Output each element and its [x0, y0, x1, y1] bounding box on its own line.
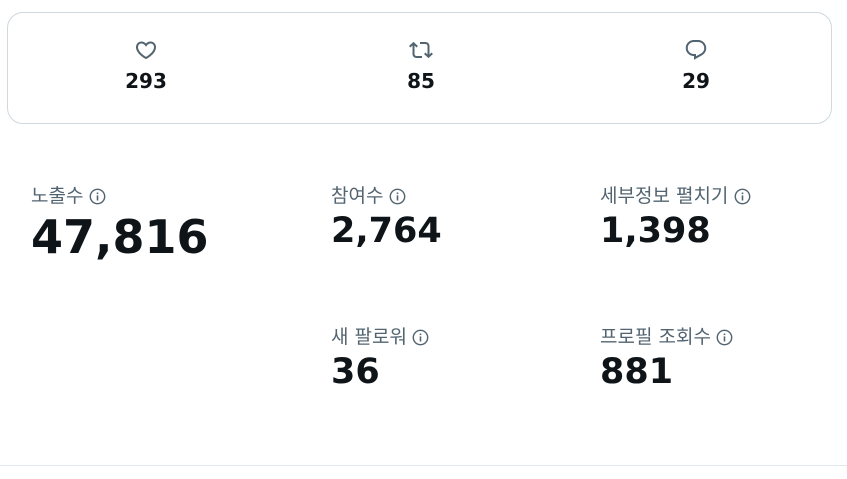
impressions-metric: 노출수 47,816 — [31, 184, 209, 264]
reply-icon — [683, 37, 709, 63]
info-icon[interactable] — [87, 186, 107, 206]
likes-count: 293 — [125, 69, 167, 93]
engagements-value: 2,764 — [331, 211, 442, 251]
new-followers-label: 새 팔로워 — [331, 326, 407, 348]
engagement-summary-card: 293 85 29 — [7, 12, 832, 124]
info-icon[interactable] — [387, 186, 407, 206]
profile-visits-label: 프로필 조회수 — [600, 326, 711, 348]
info-icon[interactable] — [732, 186, 752, 206]
new-followers-metric: 새 팔로워 36 — [331, 325, 431, 393]
info-icon[interactable] — [411, 327, 431, 347]
detail-expands-label: 세부정보 펼치기 — [600, 185, 729, 207]
replies-count: 29 — [682, 69, 710, 93]
detail-expands-value: 1,398 — [600, 211, 711, 251]
section-divider — [0, 465, 847, 466]
likes-stat[interactable]: 293 — [86, 37, 206, 93]
info-icon[interactable] — [715, 327, 735, 347]
engagements-metric: 참여수 2,764 — [331, 184, 442, 252]
replies-stat[interactable]: 29 — [636, 37, 756, 93]
new-followers-value: 36 — [331, 352, 380, 392]
heart-icon — [133, 37, 159, 63]
engagements-label: 참여수 — [331, 185, 384, 207]
reposts-count: 85 — [407, 69, 435, 93]
repost-icon — [408, 37, 434, 63]
impressions-label: 노출수 — [31, 185, 84, 207]
reposts-stat[interactable]: 85 — [361, 37, 481, 93]
profile-visits-value: 881 — [600, 352, 674, 392]
profile-visits-metric: 프로필 조회수 881 — [600, 325, 735, 393]
impressions-value: 47,816 — [31, 210, 209, 264]
detail-expands-metric: 세부정보 펼치기 1,398 — [600, 184, 752, 252]
